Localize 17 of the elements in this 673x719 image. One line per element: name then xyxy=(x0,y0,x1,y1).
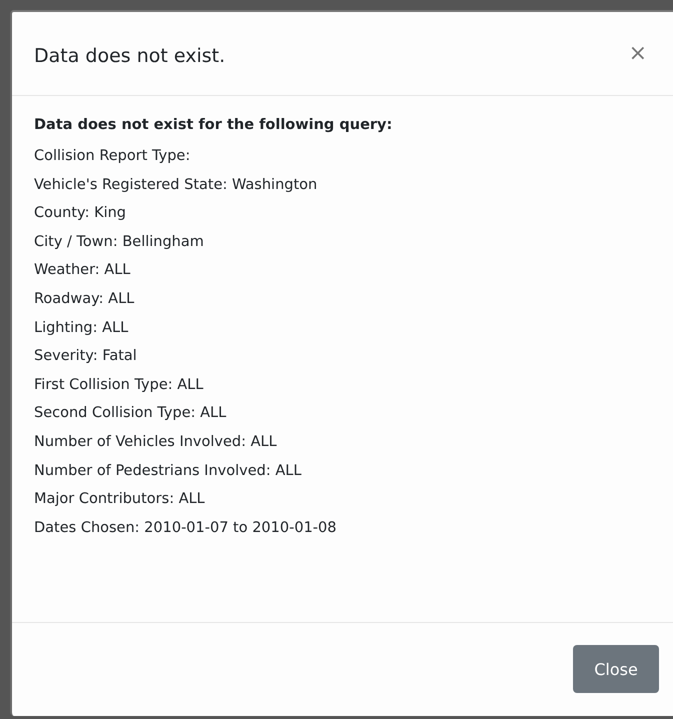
query-line: County: King xyxy=(34,204,128,224)
dialog-title: Data does not exist. xyxy=(34,44,226,66)
close-button[interactable]: Close xyxy=(573,645,659,693)
query-heading: Data does not exist for the following query: xyxy=(34,116,394,135)
query-line: Dates Chosen: 2010-01-07 to 2010-01-08 xyxy=(34,518,338,538)
query-line: Roadway: ALL xyxy=(34,290,136,309)
query-line: Lighting: ALL xyxy=(34,318,130,338)
query-line: City / Town: Bellingham xyxy=(34,232,205,252)
query-line: Vehicle's Registered State: Washington xyxy=(34,176,318,195)
query-line: Number of Vehicles Involved: ALL xyxy=(34,432,278,452)
query-line: Collision Report Type: xyxy=(34,147,192,166)
query-line: Number of Pedestrians Involved: ALL xyxy=(34,462,302,481)
query-line: Weather: ALL xyxy=(34,261,132,280)
query-line: Second Collision Type: ALL xyxy=(34,404,228,424)
query-line: Major Contributors: ALL xyxy=(34,490,206,510)
query-line: First Collision Type: ALL xyxy=(34,376,204,395)
query-line: Severity: Fatal xyxy=(34,347,138,366)
